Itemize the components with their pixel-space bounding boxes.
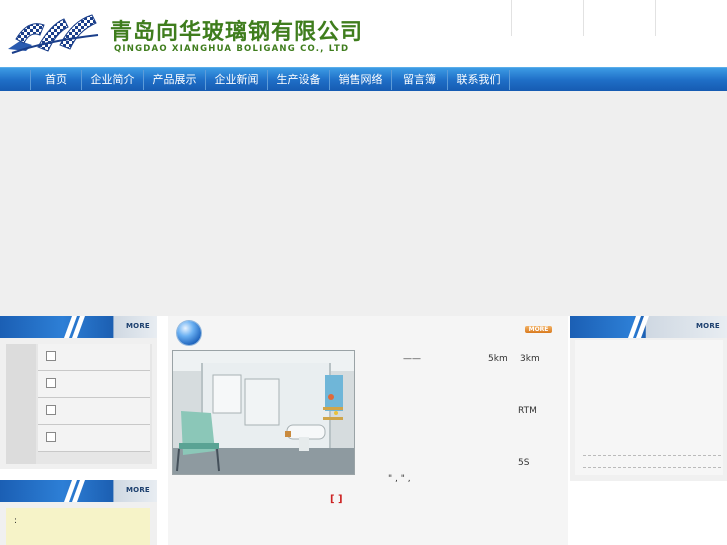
globe-icon xyxy=(177,321,201,345)
dashed-divider xyxy=(583,455,721,456)
center-text-rtm: RTM xyxy=(518,406,537,416)
right-panel: MORE xyxy=(570,316,727,481)
checkbox[interactable] xyxy=(46,378,56,388)
list-item[interactable] xyxy=(38,398,150,425)
list-item[interactable] xyxy=(38,344,150,371)
nav-item-products[interactable]: 产品展示 xyxy=(144,68,205,92)
left-panel-header: MORE xyxy=(0,316,157,338)
header-divider xyxy=(655,0,656,36)
list-item[interactable] xyxy=(38,371,150,398)
header: 青岛向华玻璃钢有限公司 QINGDAO XIANGHUA BOLIGANG CO… xyxy=(0,0,727,67)
nav-item-guestbook[interactable]: 留言簿 xyxy=(392,68,447,92)
checkbox[interactable] xyxy=(46,351,56,361)
nav-item-contact[interactable]: 联系我们 xyxy=(448,68,509,92)
left-panel-body: : xyxy=(6,508,150,545)
list-item[interactable] xyxy=(38,425,150,452)
header-divider xyxy=(511,0,512,36)
more-button[interactable]: MORE xyxy=(525,326,552,333)
more-link[interactable]: MORE xyxy=(126,486,150,494)
nav-item-equipment[interactable]: 生产设备 xyxy=(268,68,329,92)
right-panel-header: MORE xyxy=(570,316,727,338)
left-panel-contact: MORE : xyxy=(0,480,157,545)
bathroom-photo[interactable] xyxy=(172,350,355,475)
center-text-dash: —— xyxy=(403,354,421,364)
nav-item-about[interactable]: 企业简介 xyxy=(82,68,143,92)
header-divider xyxy=(583,0,584,36)
checkbox[interactable] xyxy=(46,432,56,442)
center-panel: MORE —— 5km 3km RTM 5S " , " , [] xyxy=(168,316,568,545)
right-panel-body xyxy=(575,340,723,475)
nav-item-news[interactable]: 企业新闻 xyxy=(206,68,267,92)
detail-link[interactable]: [ ] xyxy=(330,494,343,505)
left-panel-products: MORE xyxy=(0,316,157,469)
more-link[interactable]: MORE xyxy=(696,322,720,330)
nav-item-home[interactable]: 首页 xyxy=(31,68,81,92)
main-nav: 首页 企业简介 产品展示 企业新闻 生产设备 销售网络 留言簿 联系我们 xyxy=(0,67,727,92)
center-text-5km: 5km xyxy=(488,354,508,364)
company-name-en: QINGDAO XIANGHUA BOLIGANG CO., LTD xyxy=(114,44,350,54)
nav-separator xyxy=(509,70,510,90)
center-text-5s: 5S xyxy=(518,458,530,468)
dashed-divider xyxy=(583,467,721,468)
more-link[interactable]: MORE xyxy=(126,322,150,330)
contact-text: : xyxy=(14,516,18,526)
xhf-checkered-logo-icon[interactable] xyxy=(6,11,102,57)
center-text-quote: " , " , xyxy=(388,474,411,484)
nav-item-sales[interactable]: 销售网络 xyxy=(330,68,391,92)
center-text-3km: 3km xyxy=(520,354,540,364)
banner-area xyxy=(0,91,727,316)
left-panel-header: MORE xyxy=(0,480,157,502)
checkbox[interactable] xyxy=(46,405,56,415)
company-name-cn: 青岛向华玻璃钢有限公司 xyxy=(110,20,364,45)
left-panel-strip xyxy=(6,344,36,464)
